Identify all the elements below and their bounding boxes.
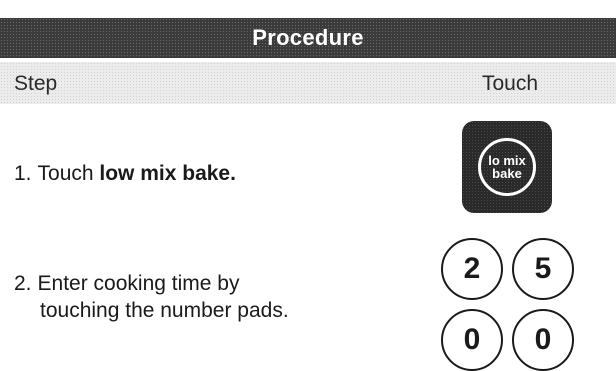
- header-title: Procedure: [252, 25, 364, 50]
- bake-label: bake: [492, 166, 522, 181]
- step-2-line-2: touching the number pads.: [40, 299, 289, 322]
- step-1-number: 1.: [14, 162, 32, 185]
- column-header-bar: Step Touch: [0, 62, 616, 104]
- step-2-number: 2.: [14, 272, 32, 295]
- number-pad-5[interactable]: 5: [512, 238, 574, 300]
- lo-mix-bake-key[interactable]: lo mix bake: [462, 121, 552, 213]
- step-2-instruction: 2. Enter cooking time by touching the num…: [14, 270, 289, 324]
- lo-mix-bake-icon: lo mix bake: [478, 138, 536, 196]
- step-1-bold-text: low mix bake.: [99, 162, 236, 185]
- step-column-label: Step: [14, 72, 58, 95]
- procedure-header: Procedure: [0, 18, 616, 58]
- touch-column-label: Touch: [482, 72, 539, 95]
- number-pad-2[interactable]: 2: [441, 238, 503, 300]
- step-1-instruction: 1. Touch low mix bake.: [14, 160, 236, 187]
- number-pad-0[interactable]: 0: [441, 309, 503, 371]
- number-pad-0-second[interactable]: 0: [512, 309, 574, 371]
- step-1-text: Touch: [37, 162, 100, 185]
- step-2-line-1: Enter cooking time by: [37, 272, 240, 295]
